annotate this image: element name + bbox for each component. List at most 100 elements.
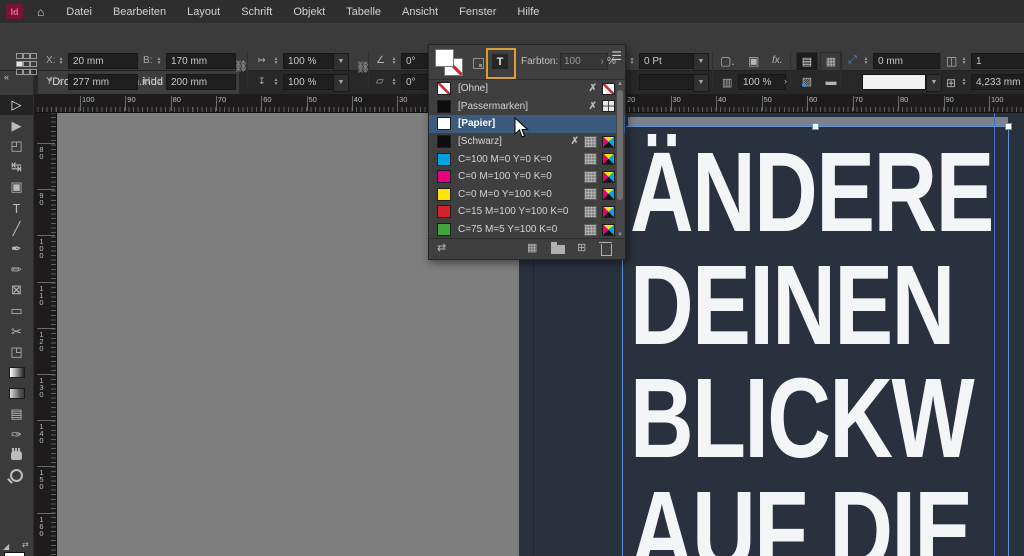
opacity-field[interactable]: [738, 74, 786, 90]
pen-tool[interactable]: ✒: [0, 239, 33, 259]
swatch-row[interactable]: [Passermarken] ✗: [429, 98, 625, 116]
new-swatch-icon[interactable]: ⊞: [577, 242, 586, 255]
opacity-expand[interactable]: ›: [784, 76, 787, 86]
folder-icon[interactable]: [551, 242, 565, 254]
columns-field[interactable]: [971, 53, 1024, 69]
menu-objekt[interactable]: Objekt: [293, 6, 325, 18]
y-field[interactable]: [68, 74, 138, 90]
zoom-tool[interactable]: [0, 466, 33, 486]
content-collector-tool[interactable]: ▣: [0, 177, 33, 197]
x-field[interactable]: [68, 53, 138, 69]
fill-proxy-swatch[interactable]: [4, 552, 25, 556]
collapse-panel-icon[interactable]: «: [4, 72, 9, 82]
menu-ansicht[interactable]: Ansicht: [402, 6, 438, 18]
swap-fill-stroke-icon[interactable]: ⇄: [22, 540, 29, 549]
rotation-stepper[interactable]: ▲ ▼: [390, 53, 398, 69]
frame-handle-top-right[interactable]: [1005, 123, 1012, 130]
menu-tabelle[interactable]: Tabelle: [346, 6, 381, 18]
hand-tool[interactable]: [0, 445, 33, 465]
constrain-dimensions-icon[interactable]: ⛓: [234, 60, 248, 73]
type-tool[interactable]: T: [0, 198, 33, 218]
gutter-stepper[interactable]: ▲ ▼: [960, 74, 968, 90]
menu-bearbeiten[interactable]: Bearbeiten: [113, 6, 166, 18]
text-wrap-bounding-icon[interactable]: ▦: [820, 52, 842, 71]
swatch-row[interactable]: C=15 M=100 Y=100 K=0: [429, 203, 625, 221]
object-style-preview[interactable]: [862, 74, 926, 90]
new-color-group-icon[interactable]: ▦: [527, 242, 537, 255]
stroke-style-field[interactable]: [639, 74, 695, 90]
stroke-weight-stepper[interactable]: ▲ ▼: [628, 53, 636, 69]
scale-x-stepper[interactable]: ▲ ▼: [272, 53, 280, 69]
wrap-offset-stepper[interactable]: ▲ ▼: [862, 53, 870, 69]
tint-field[interactable]: 100 ›: [560, 53, 608, 70]
swatch-list-scrollbar[interactable]: ▲ ▼: [616, 80, 624, 239]
scrollbar-thumb[interactable]: [617, 90, 623, 200]
shear-stepper[interactable]: ▲ ▼: [390, 74, 398, 90]
menu-layout[interactable]: Layout: [187, 6, 220, 18]
wrap-offset-field[interactable]: [873, 53, 941, 69]
gradient-tool[interactable]: [0, 363, 33, 383]
page-tool[interactable]: ◰: [0, 136, 33, 156]
scale-y-dropdown[interactable]: ▼: [333, 74, 349, 92]
panel-fill-proxy[interactable]: [435, 49, 454, 67]
width-stepper[interactable]: ▲ ▼: [155, 53, 163, 69]
text-frame-right-edge[interactable]: [1008, 126, 1009, 556]
tint-expand-icon[interactable]: ›: [601, 56, 604, 67]
vertical-ruler[interactable]: 80 90 100 110 120 130 140 150 160: [33, 94, 57, 556]
formatting-affects-container-icon[interactable]: [473, 58, 484, 69]
home-icon[interactable]: ⌂: [37, 5, 44, 19]
rectangle-frame-tool[interactable]: ⊠: [0, 280, 33, 300]
menu-hilfe[interactable]: Hilfe: [517, 6, 539, 18]
default-fill-stroke-icon[interactable]: ◢: [3, 542, 9, 551]
scale-y-field[interactable]: [283, 74, 335, 90]
stroke-weight-dropdown[interactable]: ▼: [693, 53, 709, 71]
swatch-row[interactable]: C=0 M=100 Y=0 K=0: [429, 168, 625, 186]
swatch-row[interactable]: [Ohne] ✗: [429, 80, 625, 98]
margin-guide[interactable]: [994, 112, 995, 556]
text-wrap-none-icon[interactable]: ▤: [796, 52, 818, 71]
gutter-field[interactable]: [971, 74, 1024, 90]
exchange-views-icon[interactable]: ⇄: [437, 242, 446, 255]
swatch-row[interactable]: C=75 M=5 Y=100 K=0: [429, 221, 625, 239]
corner-options-icon[interactable]: ▢.: [720, 54, 735, 68]
selection-tool[interactable]: ▷: [0, 95, 33, 115]
fit-content-icon[interactable]: ⤢: [848, 54, 857, 67]
scroll-up-icon[interactable]: ▲: [616, 80, 624, 88]
scissors-tool[interactable]: ✂: [0, 322, 33, 342]
width-field[interactable]: [166, 53, 236, 69]
rectangle-tool[interactable]: ▭: [0, 301, 33, 321]
text-wrap-jump-icon[interactable]: ▬: [820, 72, 842, 91]
corner-shape-icon[interactable]: ▣: [748, 54, 759, 68]
text-wrap-object-icon[interactable]: ▨: [796, 72, 818, 91]
panel-menu-icon[interactable]: ☰: [611, 50, 622, 62]
reference-point-proxy[interactable]: [16, 53, 37, 75]
columns-stepper[interactable]: ▲ ▼: [960, 53, 968, 69]
frame-handle-top-center[interactable]: [812, 123, 819, 130]
swatch-row[interactable]: C=0 M=0 Y=100 K=0: [429, 186, 625, 204]
scale-x-dropdown[interactable]: ▼: [333, 53, 349, 71]
height-stepper[interactable]: ▲ ▼: [155, 74, 163, 90]
delete-swatch-icon[interactable]: [599, 242, 612, 256]
pencil-tool[interactable]: ✏: [0, 260, 33, 280]
formatting-affects-text-button[interactable]: T: [492, 54, 508, 69]
line-tool[interactable]: ╱: [0, 219, 33, 239]
stroke-weight-field[interactable]: [639, 53, 695, 69]
menu-schrift[interactable]: Schrift: [241, 6, 272, 18]
scale-y-stepper[interactable]: ▲ ▼: [272, 74, 280, 90]
direct-selection-tool[interactable]: ▶: [0, 116, 33, 136]
gradient-feather-tool[interactable]: [0, 383, 33, 403]
menu-fenster[interactable]: Fenster: [459, 6, 496, 18]
height-field[interactable]: [166, 74, 236, 90]
menu-datei[interactable]: Datei: [66, 6, 92, 18]
swatch-row[interactable]: C=100 M=0 Y=0 K=0: [429, 150, 625, 168]
headline-text[interactable]: ÄNDERE DEINEN BLICKW AUF DIE: [630, 136, 994, 556]
x-stepper[interactable]: ▲ ▼: [57, 53, 65, 69]
effects-button[interactable]: fx.: [772, 55, 783, 66]
color-theme-tool[interactable]: ✑: [0, 425, 33, 445]
gap-tool[interactable]: ↹: [0, 157, 33, 177]
stroke-style-dropdown[interactable]: ▼: [693, 74, 709, 92]
free-transform-tool[interactable]: ◳: [0, 342, 33, 362]
y-stepper[interactable]: ▲ ▼: [57, 74, 65, 90]
note-tool[interactable]: ▤: [0, 404, 33, 424]
scale-x-field[interactable]: [283, 53, 335, 69]
